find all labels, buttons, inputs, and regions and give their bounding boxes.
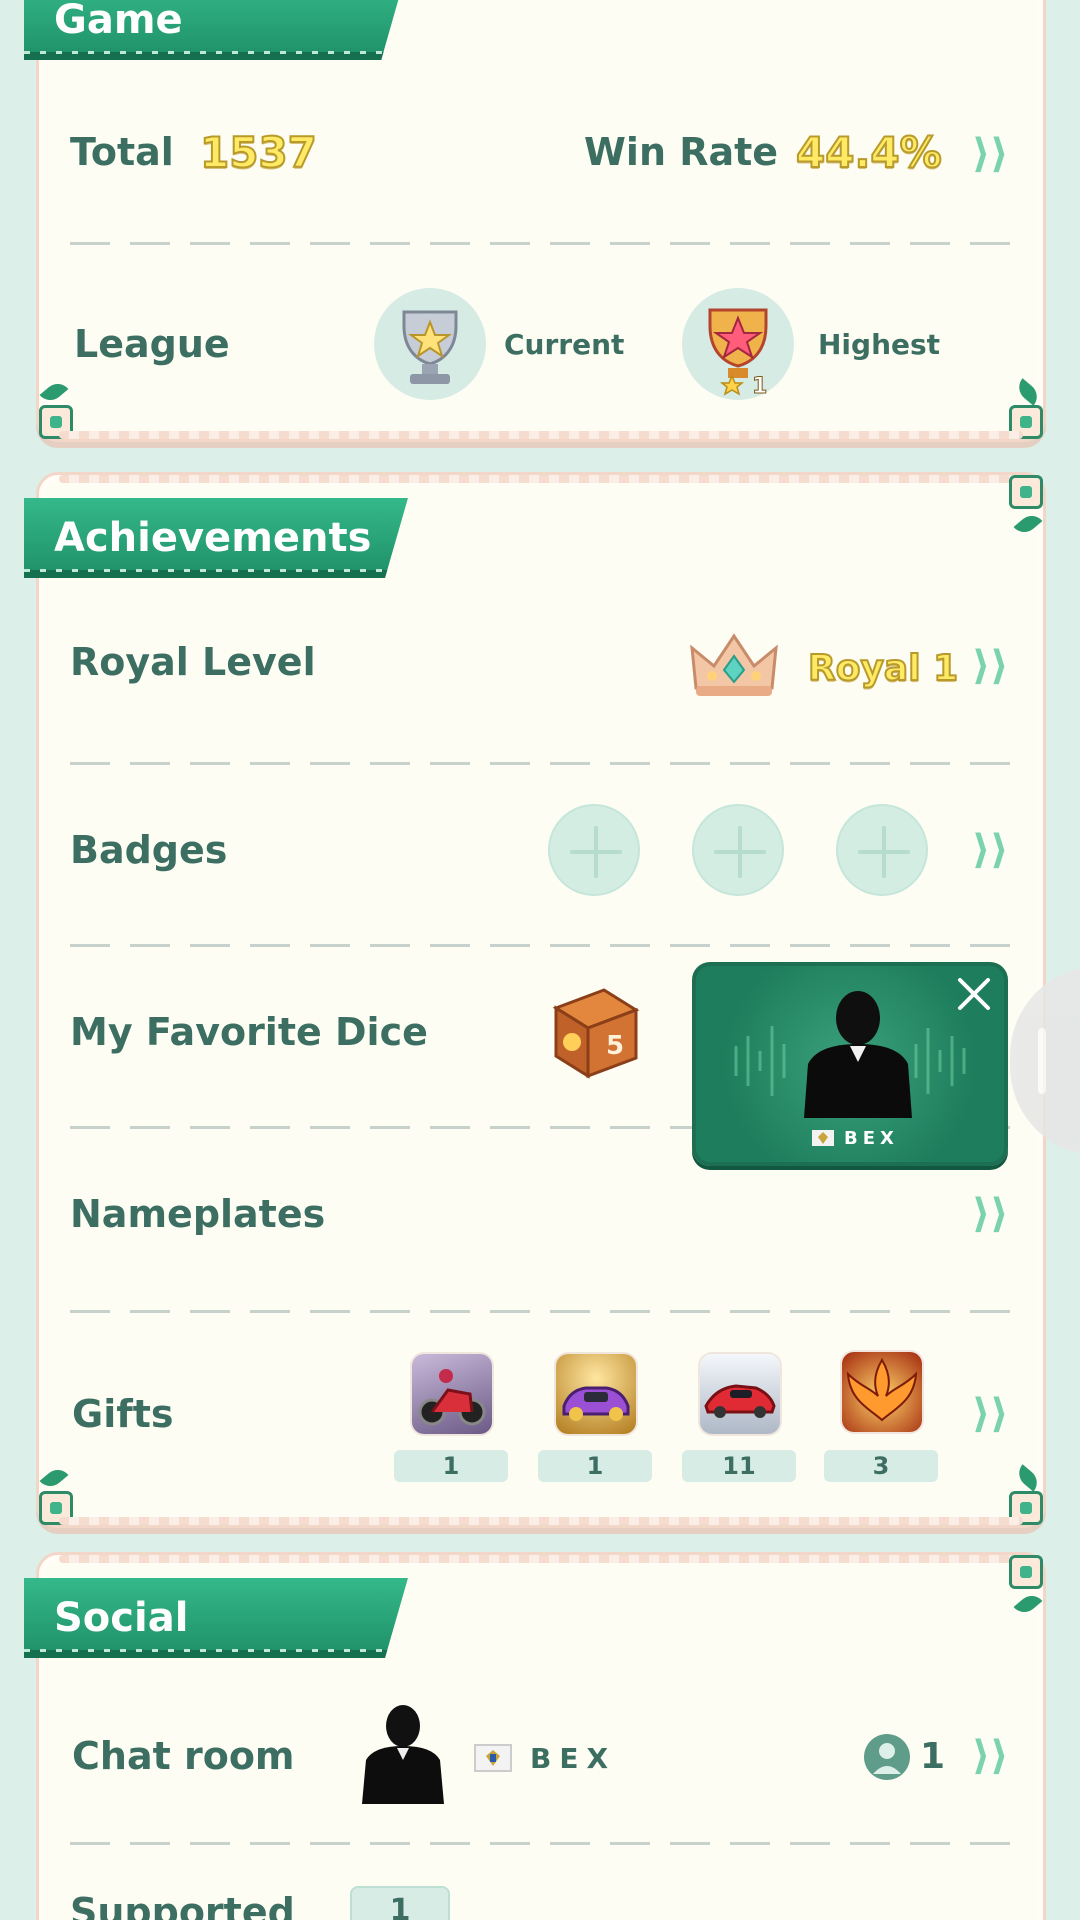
corner-ornament (39, 1491, 73, 1525)
motorcycle-gift-icon[interactable] (412, 1354, 492, 1434)
social-section-banner: Social (24, 1578, 408, 1658)
corner-ornament (1009, 1555, 1043, 1589)
gifts-label: Gifts (72, 1392, 174, 1436)
corner-ornament (1009, 475, 1043, 509)
divider (70, 242, 1010, 245)
total-label: Total (70, 130, 174, 174)
divider (70, 1310, 1010, 1313)
chevron-right-icon[interactable]: ⟩⟩ (972, 642, 1012, 690)
win-rate-value: 44.4% (795, 127, 943, 178)
flag-icon (474, 1744, 512, 1772)
popup-flag-icon (812, 1130, 834, 1146)
add-badge-slot-3[interactable] (836, 804, 928, 896)
corner-ornament (1009, 405, 1043, 439)
total-row[interactable]: Total 1537 Win Rate 44.4% ⟩⟩ (36, 110, 1046, 200)
divider (70, 762, 1010, 765)
current-league-trophy-icon (374, 288, 486, 400)
member-icon (864, 1734, 910, 1780)
gifts-row[interactable]: Gifts 1 1 11 3 ⟩⟩ (36, 1350, 1046, 1490)
chevron-right-icon[interactable]: ⟩⟩ (972, 130, 1012, 178)
divider (70, 1842, 1010, 1845)
chevron-right-icon[interactable]: ⟩⟩ (972, 826, 1012, 874)
current-league-label: Current (504, 328, 625, 361)
supported-label: Supported (70, 1890, 295, 1920)
popup-avatar (800, 986, 916, 1118)
add-badge-slot-2[interactable] (692, 804, 784, 896)
game-section-title: Game (54, 0, 183, 43)
purple-car-gift-icon[interactable] (556, 1354, 636, 1434)
achievements-section-banner: Achievements (24, 498, 408, 578)
total-value: 1537 (199, 127, 318, 178)
social-section-title: Social (54, 1595, 189, 1641)
nameplates-row[interactable]: Nameplates ⟩⟩ (36, 1168, 1046, 1258)
favorite-dice-label: My Favorite Dice (70, 1010, 428, 1054)
red-sports-car-gift-icon[interactable] (700, 1354, 780, 1434)
royal-level-label: Royal Level (70, 640, 316, 684)
gift-count: 11 (682, 1450, 796, 1482)
popup-user-name: BEX (844, 1128, 899, 1149)
chat-room-row[interactable]: Chat room BEX 1 ⟩⟩ (36, 1700, 1046, 1810)
close-icon[interactable] (952, 972, 996, 1016)
favorite-dice-icon: 5 (544, 984, 644, 1082)
league-row[interactable]: League Current 1 Highest (36, 286, 1046, 406)
supported-count: 1 (389, 1893, 411, 1920)
corner-ornament (1009, 1491, 1043, 1525)
divider (70, 944, 1010, 947)
nameplates-label: Nameplates (70, 1192, 326, 1236)
highest-star-count: 1 (751, 374, 768, 400)
supported-count-badge: 1 (350, 1886, 450, 1920)
royal-level-row[interactable]: Royal Level Royal 1 ⟩⟩ (36, 616, 1046, 716)
voice-chat-popup[interactable]: BEX (692, 962, 1008, 1166)
svg-text:5: 5 (606, 1031, 624, 1061)
chat-room-label: Chat room (72, 1734, 295, 1778)
banner-stitch (24, 51, 404, 54)
handle-grip (1038, 1028, 1046, 1094)
chat-room-avatar (356, 1702, 450, 1804)
gift-count: 1 (538, 1450, 652, 1482)
game-section-banner: Game (24, 0, 404, 60)
achievements-section-title: Achievements (54, 515, 372, 561)
chevron-right-icon[interactable]: ⟩⟩ (972, 1732, 1012, 1780)
banner-stitch (24, 1649, 408, 1652)
leaf-ornament (1013, 510, 1043, 538)
banner-stitch (24, 569, 408, 572)
leaf-ornament (1013, 1590, 1043, 1618)
chevron-right-icon[interactable]: ⟩⟩ (972, 1390, 1012, 1438)
royal-crown-icon (686, 626, 782, 706)
supported-row[interactable]: Supported 1 (36, 1876, 1046, 1920)
add-badge-slot-1[interactable] (548, 804, 640, 896)
royal-level-value: Royal 1 (807, 647, 959, 690)
gift-count: 3 (824, 1450, 938, 1482)
phoenix-gift-icon[interactable] (842, 1352, 922, 1432)
badges-label: Badges (70, 828, 228, 872)
highest-league-trophy-icon: 1 (682, 288, 794, 400)
badges-row[interactable]: Badges ⟩⟩ (36, 800, 1046, 900)
league-label: League (74, 322, 230, 366)
chat-room-name: BEX (530, 1742, 617, 1775)
highest-league-label: Highest (818, 328, 941, 361)
corner-ornament (39, 405, 73, 439)
member-count: 1 (920, 1736, 946, 1777)
chevron-right-icon[interactable]: ⟩⟩ (972, 1190, 1012, 1238)
gift-count: 1 (394, 1450, 508, 1482)
win-rate-label: Win Rate (584, 130, 779, 174)
